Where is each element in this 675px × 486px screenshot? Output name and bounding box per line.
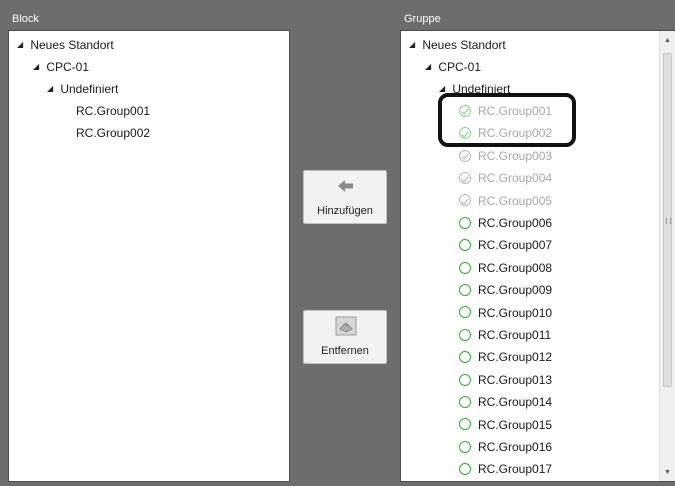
tree-item-label: RC.Group004	[478, 171, 553, 186]
tree-item[interactable]: RC.Group011	[459, 326, 551, 344]
tree-item[interactable]: RC.Group012	[459, 348, 552, 366]
add-button-label: Hinzufügen	[317, 205, 373, 217]
tree-item[interactable]: RC.Group001	[76, 102, 150, 120]
tree-item[interactable]: RC.Group004	[459, 169, 552, 187]
tree-item[interactable]: RC.Group009	[459, 281, 552, 299]
tree-item-label: RC.Group011	[478, 328, 552, 342]
tree-node-controller[interactable]: ◢ CPC-01	[425, 58, 481, 76]
tree-item[interactable]: RC.Group008	[459, 259, 552, 277]
tree-node-controller[interactable]: ◢ CPC-01	[33, 58, 89, 76]
tree-item-label: RC.Group002	[76, 126, 151, 140]
tree-item-label: RC.Group012	[478, 350, 553, 365]
grip-icon	[666, 218, 671, 224]
circle-green-icon	[459, 463, 471, 476]
circle-green-icon	[459, 396, 471, 409]
circle-green-icon	[459, 440, 471, 453]
selection-highlight-box	[438, 93, 576, 147]
tree-item[interactable]: RC.Group010	[459, 304, 552, 322]
tree-item[interactable]: RC.Group014	[459, 393, 552, 411]
circle-green-icon	[459, 284, 471, 297]
circle-green-icon	[459, 418, 471, 431]
tree-item[interactable]: RC.Group006	[459, 214, 552, 232]
tree-node-label: CPC-01	[46, 60, 90, 74]
circle-green-icon	[459, 373, 471, 386]
circle-green-icon	[459, 216, 471, 229]
tree-item-label: RC.Group017	[478, 462, 553, 477]
circle-green-icon	[459, 261, 471, 274]
check-circle-grey-icon	[459, 194, 471, 207]
vertical-scrollbar[interactable]: ▲ ▼	[659, 31, 675, 481]
tree-node-label: Neues Standort	[30, 38, 114, 52]
tree-item[interactable]: RC.Group017	[459, 460, 552, 478]
check-circle-grey-icon	[459, 172, 471, 185]
remove-button[interactable]: Entfernen	[303, 310, 387, 364]
tree-item[interactable]: RC.Group013	[459, 371, 552, 389]
tree-node-folder[interactable]: ◢ Undefiniert	[47, 80, 118, 98]
tree-item-label: RC.Group010	[478, 305, 553, 320]
circle-green-icon	[459, 306, 471, 319]
tree-node-root[interactable]: ◢ Neues Standort	[17, 36, 114, 54]
tree-node-label: Neues Standort	[422, 38, 506, 52]
expand-triangle-icon[interactable]: ◢	[33, 58, 43, 76]
circle-green-icon	[459, 328, 471, 341]
expand-triangle-icon[interactable]: ◢	[425, 58, 435, 76]
tree-node-root[interactable]: ◢ Neues Standort	[409, 36, 506, 54]
circle-green-icon	[459, 239, 471, 252]
block-tree-panel[interactable]: ◢ Neues Standort ◢ CPC-01 ◢ Undefiniert …	[8, 30, 290, 482]
expand-triangle-icon[interactable]: ◢	[47, 80, 57, 98]
scroll-up-arrow-icon[interactable]: ▲	[660, 33, 675, 49]
tree-item-label: RC.Group001	[76, 104, 151, 118]
expand-triangle-icon[interactable]: ◢	[17, 36, 27, 54]
remove-box-icon	[335, 316, 357, 336]
tree-item-label: RC.Group005	[478, 193, 553, 208]
tree-item[interactable]: RC.Group015	[459, 416, 552, 434]
add-button[interactable]: Hinzufügen	[303, 170, 387, 224]
tree-item-label: RC.Group015	[478, 417, 553, 432]
scroll-down-arrow-icon[interactable]: ▼	[660, 465, 675, 481]
tree-node-label: CPC-01	[438, 60, 482, 74]
check-circle-grey-icon	[459, 149, 471, 162]
tree-item[interactable]: RC.Group016	[459, 438, 552, 456]
scroll-thumb[interactable]	[663, 53, 672, 387]
tree-item[interactable]: RC.Group003	[459, 147, 552, 165]
expand-triangle-icon[interactable]: ◢	[409, 36, 419, 54]
circle-green-icon	[459, 351, 471, 364]
tree-item[interactable]: RC.Group005	[459, 192, 552, 210]
tree-item-label: RC.Group006	[478, 216, 553, 230]
tree-item[interactable]: RC.Group002	[76, 124, 150, 142]
tree-item-label: RC.Group009	[478, 283, 553, 298]
remove-button-label: Entfernen	[321, 345, 369, 357]
tree-item-label: RC.Group013	[478, 372, 553, 387]
tree-item-label: RC.Group016	[478, 440, 553, 454]
tree-item-label: RC.Group003	[478, 148, 553, 163]
tree-item[interactable]: RC.Group007	[459, 236, 552, 254]
arrow-left-icon	[338, 180, 353, 192]
tree-item-label: RC.Group007	[478, 238, 553, 253]
tree-item-label: RC.Group014	[478, 395, 553, 410]
tree-node-label: Undefiniert	[60, 82, 119, 96]
tree-item-label: RC.Group008	[478, 260, 553, 275]
gruppe-panel-header: Gruppe	[404, 13, 441, 25]
block-panel-header: Block	[12, 13, 39, 25]
